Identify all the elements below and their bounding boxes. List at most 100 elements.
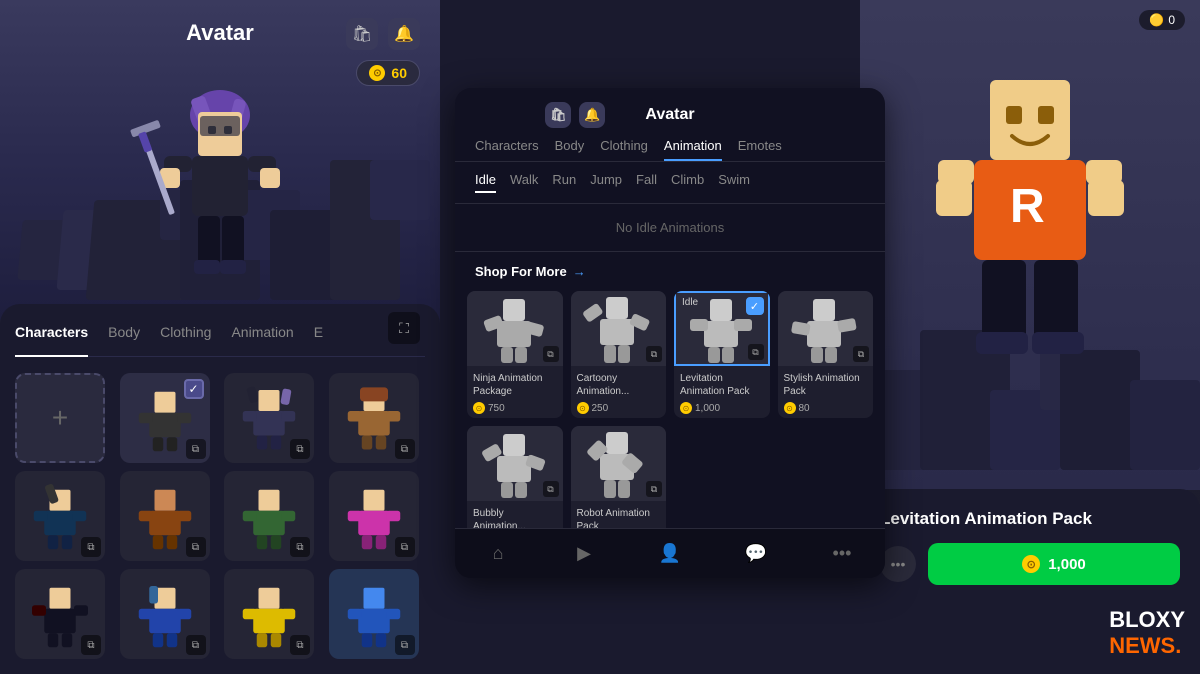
- item-thumb-2: ⧉: [571, 291, 667, 366]
- item-copy-4[interactable]: ⧉: [853, 346, 869, 362]
- item-name-4: Stylish Animation Pack: [784, 372, 868, 398]
- bloxy-line1: BLOXY: [1109, 607, 1185, 633]
- item-ninja-animation[interactable]: ⧉ Ninja Animation Package ⊙ 750: [467, 291, 563, 418]
- mid-nav-emotes[interactable]: Emotes: [738, 138, 782, 161]
- mid-nav-clothing[interactable]: Clothing: [600, 138, 648, 161]
- item-stylish-animation[interactable]: ⧉ Stylish Animation Pack ⊙ 80: [778, 291, 874, 418]
- right-coins-badge: 🟡 0: [1139, 10, 1185, 30]
- buy-coin-icon: ⊙: [1022, 555, 1040, 573]
- anim-tab-climb[interactable]: Climb: [671, 172, 704, 193]
- mid-nav-characters[interactable]: Characters: [475, 138, 539, 161]
- no-animations-text: No Idle Animations: [455, 204, 885, 252]
- item-cartoony-animation[interactable]: ⧉ Cartoony Animation... ⊙ 250: [571, 291, 667, 418]
- nav-avatar-icon[interactable]: 👤: [654, 538, 686, 570]
- tab-extra-left[interactable]: E: [314, 324, 323, 348]
- character-card-8[interactable]: ⧉: [15, 569, 105, 659]
- copy-icon-5[interactable]: ⧉: [186, 537, 206, 557]
- copy-icon-9[interactable]: ⧉: [186, 635, 206, 655]
- character-card-6[interactable]: ⧉: [224, 471, 314, 561]
- shop-arrow-icon[interactable]: →: [573, 264, 586, 279]
- character-card-11[interactable]: ⧉: [329, 569, 419, 659]
- add-character-card[interactable]: +: [15, 373, 105, 463]
- expand-button[interactable]: ⛶: [388, 312, 420, 344]
- item-check-3: ✓: [746, 297, 764, 315]
- tab-clothing-left[interactable]: Clothing: [160, 324, 211, 348]
- tab-animation-left[interactable]: Animation: [231, 324, 293, 348]
- checkmark-icon: ✓: [184, 379, 204, 399]
- anim-tab-swim[interactable]: Swim: [718, 172, 750, 193]
- copy-icon-2[interactable]: ⧉: [290, 439, 310, 459]
- nav-more-icon[interactable]: •••: [826, 538, 858, 570]
- bottom-panel: Characters Body Clothing Animation E +: [0, 304, 440, 674]
- right-character-container: R: [920, 30, 1140, 410]
- copy-icon-4[interactable]: ⧉: [81, 537, 101, 557]
- item-thumb-5: ⧉: [467, 426, 563, 501]
- character-card-2[interactable]: ⧉: [224, 373, 314, 463]
- buy-button[interactable]: ⊙ 1,000: [928, 543, 1180, 585]
- price-coin-2: ⊙: [577, 402, 589, 414]
- mid-nav-animation[interactable]: Animation: [664, 138, 722, 161]
- bell-icon[interactable]: 🔔: [388, 18, 420, 50]
- right-coins-value: 0: [1168, 13, 1175, 27]
- character-svg: [120, 60, 320, 290]
- right-character-svg: R: [930, 60, 1130, 380]
- mid-nav-body[interactable]: Body: [555, 138, 585, 161]
- copy-icon-10[interactable]: ⧉: [290, 635, 310, 655]
- copy-icon[interactable]: ⧉: [186, 439, 206, 459]
- more-options-button[interactable]: •••: [880, 546, 916, 582]
- item-thumb-4: ⧉: [778, 291, 874, 366]
- tab-body-left[interactable]: Body: [108, 324, 140, 348]
- mid-cart-icon[interactable]: 🛍: [545, 102, 571, 128]
- character-card-1[interactable]: ✓ ⧉: [120, 373, 210, 463]
- nav-play-icon[interactable]: ▶: [568, 538, 600, 570]
- item-info-1: Ninja Animation Package ⊙ 750: [467, 366, 563, 418]
- anim-tab-run[interactable]: Run: [552, 172, 576, 193]
- item-copy-5[interactable]: ⧉: [543, 481, 559, 497]
- mid-bell-icon[interactable]: 🔔: [579, 102, 605, 128]
- left-header-icons: 🛍 🔔: [346, 18, 420, 50]
- plus-icon: +: [52, 402, 68, 434]
- item-info-4: Stylish Animation Pack ⊙ 80: [778, 366, 874, 418]
- item-copy-1[interactable]: ⧉: [543, 346, 559, 362]
- item-price-4: ⊙ 80: [784, 402, 868, 414]
- anim-tab-idle[interactable]: Idle: [475, 172, 496, 193]
- character-card-4[interactable]: ⧉: [15, 471, 105, 561]
- price-coin-3: ⊙: [680, 402, 692, 414]
- item-copy-3[interactable]: ⧉: [748, 344, 764, 360]
- copy-icon-3[interactable]: ⧉: [395, 439, 415, 459]
- nav-home-icon[interactable]: ⌂: [482, 538, 514, 570]
- character-card-3[interactable]: ⧉: [329, 373, 419, 463]
- middle-title: 🛍 🔔 Avatar: [475, 102, 865, 128]
- item-info-2: Cartoony Animation... ⊙ 250: [571, 366, 667, 418]
- item-copy-2[interactable]: ⧉: [646, 346, 662, 362]
- tab-characters-left[interactable]: Characters: [15, 324, 88, 348]
- right-panel: 🟡 0 R: [860, 0, 1200, 674]
- character-card-10[interactable]: ⧉: [224, 569, 314, 659]
- item-name-3: Levitation Animation Pack: [680, 372, 764, 398]
- buy-row: ••• ⊙ 1,000: [880, 543, 1180, 585]
- character-card-9[interactable]: ⧉: [120, 569, 210, 659]
- item-levitation-animation[interactable]: Idle ✓ ⧉ Levitation Animation Pack ⊙ 1,0…: [674, 291, 770, 418]
- nav-chat-icon[interactable]: 💬: [740, 538, 772, 570]
- character-card-5[interactable]: ⧉: [120, 471, 210, 561]
- item-price-1: ⊙ 750: [473, 402, 557, 414]
- cart-icon[interactable]: 🛍: [346, 18, 378, 50]
- copy-icon-8[interactable]: ⧉: [81, 635, 101, 655]
- coins-value: 60: [391, 65, 407, 81]
- item-copy-6[interactable]: ⧉: [646, 481, 662, 497]
- copy-icon-6[interactable]: ⧉: [290, 537, 310, 557]
- item-name-2: Cartoony Animation...: [577, 372, 661, 398]
- anim-tab-fall[interactable]: Fall: [636, 172, 657, 193]
- item-thumb-1: ⧉: [467, 291, 563, 366]
- copy-icon-11[interactable]: ⧉: [395, 635, 415, 655]
- anim-tab-walk[interactable]: Walk: [510, 172, 538, 193]
- coins-badge: ⊙ 60: [356, 60, 420, 86]
- middle-navbar: ⌂ ▶ 👤 💬 •••: [455, 528, 885, 578]
- middle-header: 🛍 🔔 Avatar Characters Body Clothing Anim…: [455, 88, 885, 162]
- left-nav-tabs: Characters Body Clothing Animation E: [15, 324, 425, 357]
- price-coin-4: ⊙: [784, 402, 796, 414]
- character-card-7[interactable]: ⧉: [329, 471, 419, 561]
- anim-tab-jump[interactable]: Jump: [590, 172, 622, 193]
- item-info-3: Levitation Animation Pack ⊙ 1,000: [674, 366, 770, 418]
- copy-icon-7[interactable]: ⧉: [395, 537, 415, 557]
